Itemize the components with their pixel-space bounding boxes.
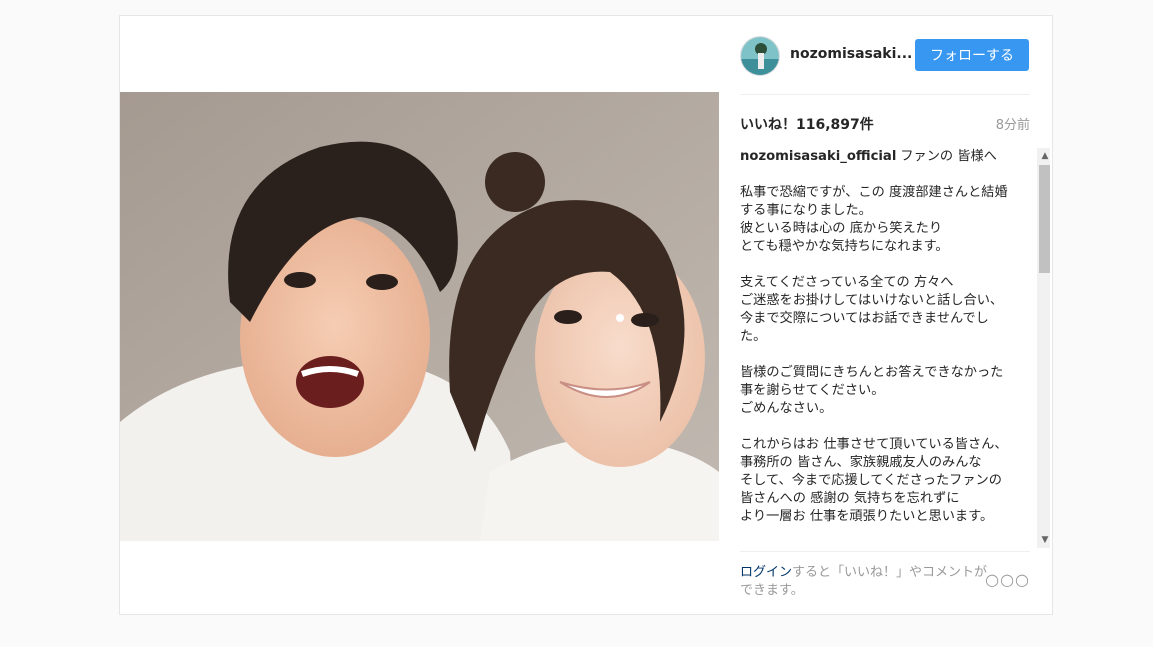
caption-paragraph-4: これからはお 仕事させて頂いている皆さん、事務所の 皆さん、家族親戚友人のみんな… [740, 437, 1008, 524]
scroll-thumb[interactable] [1039, 165, 1050, 273]
likes-row: いいね！116,897件 8分前 [740, 114, 1030, 134]
post-photo[interactable] [120, 92, 719, 541]
likes-count[interactable]: いいね！116,897件 [740, 114, 874, 134]
login-prompt: ログインすると「いいね！」やコメントができます。 [740, 564, 990, 600]
username-link[interactable]: nozomisasaki... [790, 46, 912, 62]
caption-author-link[interactable]: nozomisasaki_official [740, 149, 896, 164]
post-footer: ログインすると「いいね！」やコメントができます。 ○○○ [740, 551, 1030, 617]
caption-first-line: ファンの 皆様へ [900, 149, 997, 164]
caption-paragraph-1: 私事で恐縮ですが、この 度渡部建さんと結婚する事になりました。 彼といる時は心の… [740, 185, 1008, 254]
photo-illustration [120, 92, 719, 541]
caption-paragraph-3: 皆様のご質問にきちんとお答えできなかった事を謝らせてください。 ごめんなさい。 [740, 365, 1004, 416]
caption-text: nozomisasaki_official ファンの 皆様へ 私事で恐縮ですが、こ… [740, 148, 1012, 544]
caption-area: nozomisasaki_official ファンの 皆様へ 私事で恐縮ですが、こ… [740, 148, 1050, 548]
login-link[interactable]: ログイン [740, 565, 792, 580]
avatar[interactable] [740, 36, 780, 76]
avatar-image [741, 37, 779, 75]
post-header: nozomisasaki... フォローする [740, 16, 1030, 95]
caption-scrollbar[interactable]: ▲ ▼ [1037, 148, 1050, 548]
follow-button[interactable]: フォローする [915, 39, 1029, 71]
scroll-up-icon[interactable]: ▲ [1037, 148, 1050, 164]
instagram-post: nozomisasaki... フォローする いいね！116,897件 8分前 … [119, 15, 1053, 615]
post-timestamp[interactable]: 8分前 [996, 114, 1030, 133]
more-options-icon[interactable]: ○○○ [985, 570, 1030, 589]
scroll-down-icon[interactable]: ▼ [1037, 532, 1050, 548]
caption-paragraph-2: 支えてくださっている全ての 方々へ ご迷惑をお掛けしてはいけないと話し合い、今ま… [740, 275, 1004, 344]
post-sidebar: nozomisasaki... フォローする いいね！116,897件 8分前 … [740, 16, 1050, 617]
